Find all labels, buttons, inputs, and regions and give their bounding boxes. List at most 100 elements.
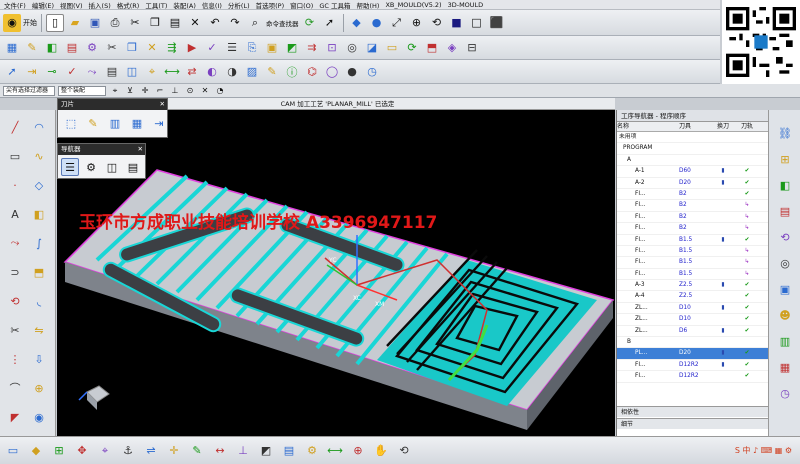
tool-holder-icon[interactable]: ▥ (106, 114, 124, 132)
copy-icon[interactable]: ❐ (123, 39, 141, 57)
snap-icon[interactable]: ⌖ (96, 442, 114, 460)
sweep-icon[interactable]: ⤳ (6, 234, 24, 252)
navigator-panel[interactable]: 导航器 ✕ ☰ ⚙ ◫ ▤ (57, 143, 146, 179)
navigator-row[interactable]: FI... B1.5 ↳ (617, 257, 768, 269)
tool-path-icon[interactable]: ⤳ (83, 63, 101, 81)
cursor-icon[interactable]: ➚ (321, 14, 339, 32)
cube-view-icon[interactable]: ◆ (348, 14, 366, 32)
mirror-icon[interactable]: ⇋ (30, 321, 48, 339)
center-icon[interactable]: ⊙ (184, 85, 196, 97)
navigator-row[interactable]: A-4 Z2.5 ✔ (617, 291, 768, 303)
cut-region-icon[interactable]: ◈ (443, 39, 461, 57)
shaded-icon[interactable]: ■ (448, 14, 466, 32)
line-icon[interactable]: ╱ (6, 118, 24, 136)
blend-icon[interactable]: ◟ (30, 292, 48, 310)
wireframe-icon[interactable]: □ (468, 14, 486, 32)
menu-item[interactable]: 分析(L) (228, 0, 250, 10)
roles-icon[interactable]: ☻ (776, 306, 794, 324)
method-view-icon[interactable]: ▤ (124, 158, 142, 176)
create-tool-icon[interactable]: ✎ (23, 39, 41, 57)
blank-icon[interactable]: ◯ (323, 63, 341, 81)
navigator-row[interactable]: FI... B2 ↳ (617, 212, 768, 224)
navigator-row[interactable]: A-2 D20 ▮ ✔ (617, 178, 768, 189)
palettes-icon[interactable]: ▦ (776, 358, 794, 376)
process-studio-icon[interactable]: ▣ (776, 280, 794, 298)
tool-panel-header[interactable]: 刀片 ✕ (58, 99, 167, 110)
simulate-icon[interactable]: ⟳ (403, 39, 421, 57)
quadrant-icon[interactable]: ◔ (214, 85, 226, 97)
web-browser-icon[interactable]: ◎ (776, 254, 794, 272)
check-icon[interactable]: ✓ (63, 63, 81, 81)
create-tool-icon[interactable]: ⬚ (62, 114, 80, 132)
revolve-icon[interactable]: ⟲ (6, 292, 24, 310)
fullscreen-icon[interactable]: ⬛ (488, 14, 506, 32)
edit-icon[interactable]: ✎ (263, 63, 281, 81)
rectangle-icon[interactable]: ▭ (6, 147, 24, 165)
dimension-icon[interactable]: ↔ (211, 442, 229, 460)
menu-item[interactable]: 首选项(P) (256, 0, 285, 10)
clock-icon[interactable]: ◷ (363, 63, 381, 81)
cam-icon[interactable]: ⚙ (303, 442, 321, 460)
menu-item[interactable]: 3D-MOULD (448, 1, 484, 9)
menu-item[interactable]: 视图(V) (60, 0, 83, 10)
undo-icon[interactable]: ↶ (206, 14, 224, 32)
close-icon[interactable]: ✕ (160, 99, 165, 110)
midpoint-icon[interactable]: ⊥ (169, 85, 181, 97)
assembly-navigator-icon[interactable]: ⛓ (776, 124, 794, 142)
navigator-row[interactable]: PL... D20 ▮ ✔ (617, 348, 768, 360)
extrude-icon[interactable]: ⬒ (30, 263, 48, 281)
snap-icon[interactable]: ⌖ (109, 85, 121, 97)
navigator-row[interactable]: ZL... D10 ▮ ✔ (617, 303, 768, 315)
create-method-icon[interactable]: ▤ (63, 39, 81, 57)
bridge-icon[interactable]: ⌒ (6, 379, 24, 397)
close-icon[interactable]: ✕ (138, 144, 143, 155)
tool-icon[interactable]: ⊡ (323, 39, 341, 57)
tool-export-icon[interactable]: ⇥ (150, 114, 168, 132)
pattern-icon[interactable]: ⋮ (6, 350, 24, 368)
navigator-row[interactable]: FI... B1.5 ↳ (617, 246, 768, 258)
feed-icon[interactable]: ⇉ (303, 39, 321, 57)
navigator-row[interactable]: ZL... D6 ▮ ✔ (617, 326, 768, 338)
rest-icon[interactable]: ⊟ (463, 39, 481, 57)
rotate-icon[interactable]: ⟲ (428, 14, 446, 32)
group-icon[interactable]: ◫ (123, 63, 141, 81)
save-icon[interactable]: ▣ (86, 14, 104, 32)
replay-icon[interactable]: ▶ (183, 39, 201, 57)
tool-library-icon[interactable]: ▦ (128, 114, 146, 132)
clock-icon[interactable]: ◷ (776, 384, 794, 402)
navigator-panel-header[interactable]: 导航器 ✕ (58, 144, 145, 155)
rotate-icon[interactable]: ⟲ (395, 442, 413, 460)
move-icon[interactable]: ✥ (73, 442, 91, 460)
menu-item[interactable]: 信息(I) (202, 0, 222, 10)
analysis-icon[interactable]: ⌬ (303, 63, 321, 81)
geometry-view-icon[interactable]: ◫ (103, 158, 121, 176)
menu-item[interactable]: GC 工具箱 (319, 0, 350, 10)
print-icon[interactable]: ⎙ (106, 14, 124, 32)
align-icon[interactable]: ⇌ (142, 442, 160, 460)
program-icon[interactable]: ▭ (383, 39, 401, 57)
fit-view-icon[interactable]: ⤢ (388, 14, 406, 32)
post-process-icon[interactable]: ⎘ (243, 39, 261, 57)
plane-icon[interactable]: ◇ (30, 176, 48, 194)
text-icon[interactable]: A (6, 205, 24, 223)
history-icon[interactable]: ⟲ (776, 228, 794, 246)
object-display-icon[interactable]: ▨ (243, 63, 261, 81)
new-file-icon[interactable]: ▯ (46, 13, 64, 32)
part-navigator-icon[interactable]: ◧ (776, 176, 794, 194)
create-program-icon[interactable]: ▦ (3, 39, 21, 57)
delete-icon[interactable]: ✕ (143, 39, 161, 57)
list-toolpath-icon[interactable]: ☰ (223, 39, 241, 57)
view-triad-icon[interactable] (78, 385, 110, 410)
output-icon[interactable]: ⬒ (423, 39, 441, 57)
fix-icon[interactable]: ⚓ (119, 442, 137, 460)
cursor-select-icon[interactable]: ➚ (3, 63, 21, 81)
work-layer-icon[interactable]: ▤ (280, 442, 298, 460)
input-method-icon[interactable]: S 中 ♪ ⌨ ▦ ⚙ (735, 445, 792, 456)
create-geometry-icon[interactable]: ◧ (43, 39, 61, 57)
paste-icon[interactable]: ▤ (166, 14, 184, 32)
navigator-row[interactable]: B (617, 337, 768, 349)
menu-item[interactable]: 帮助(H) (356, 0, 379, 10)
show-icon[interactable]: ◑ (223, 63, 241, 81)
machine-tool-view-icon[interactable]: ⚙ (82, 158, 100, 176)
start-icon[interactable]: ◉ (3, 13, 21, 32)
